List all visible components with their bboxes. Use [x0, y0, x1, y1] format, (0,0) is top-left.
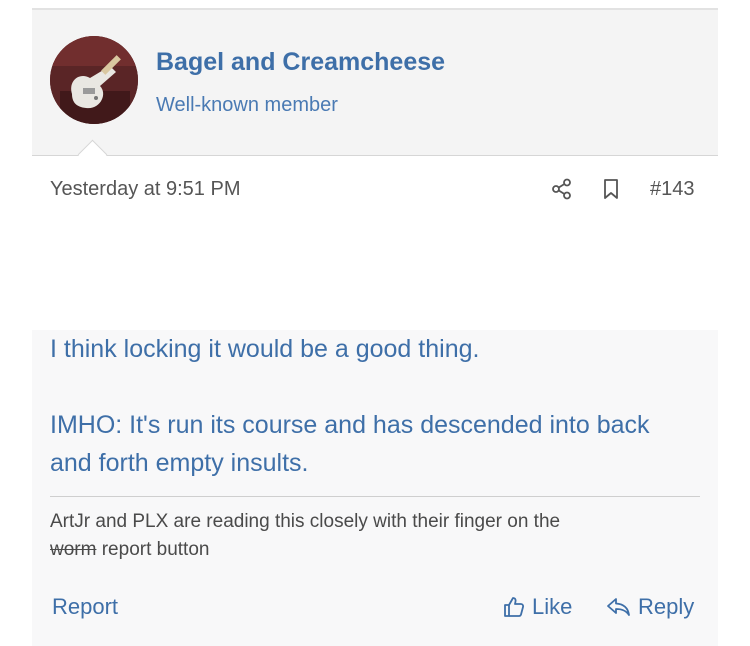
post-actions: Report Like Reply	[32, 590, 718, 630]
message-paragraph: I think locking it would be a good thing…	[50, 335, 480, 363]
message-paragraph: IMHO: It's run its course and has descen…	[50, 411, 650, 477]
user-header: Bagel and Creamcheese Well-known member	[32, 10, 718, 156]
username-link[interactable]: Bagel and Creamcheese	[156, 48, 445, 77]
post-meta-row: Yesterday at 9:51 PM #143	[32, 170, 718, 210]
user-title: Well-known member	[156, 94, 338, 116]
message-content: I think locking it would be a good thing…	[50, 330, 690, 482]
report-button[interactable]: Report	[52, 594, 118, 620]
post-number-link[interactable]: #143	[650, 178, 695, 201]
reply-arrow-icon	[606, 595, 632, 619]
reply-button[interactable]: Reply	[606, 592, 694, 622]
signature-text-end: report button	[101, 539, 210, 560]
reply-label: Reply	[638, 594, 695, 619]
message-post: Bagel and Creamcheese Well-known member …	[32, 0, 718, 646]
bookmark-icon[interactable]	[602, 178, 620, 200]
signature-text: ArtJr and PLX are reading this closely w…	[50, 511, 561, 532]
signature-struck-word: worm	[50, 539, 97, 560]
share-icon[interactable]	[551, 178, 573, 200]
post-timestamp[interactable]: Yesterday at 9:51 PM	[50, 178, 241, 201]
signature-divider	[50, 496, 700, 497]
like-label: Like	[532, 594, 573, 619]
guitar-avatar-image	[50, 36, 138, 124]
thumbs-up-icon	[502, 595, 526, 619]
previous-post-edge	[32, 0, 718, 10]
like-button[interactable]: Like	[502, 592, 572, 622]
message-body: I think locking it would be a good thing…	[32, 330, 718, 646]
avatar[interactable]	[50, 36, 138, 124]
user-signature: ArtJr and PLX are reading this closely w…	[50, 508, 690, 564]
